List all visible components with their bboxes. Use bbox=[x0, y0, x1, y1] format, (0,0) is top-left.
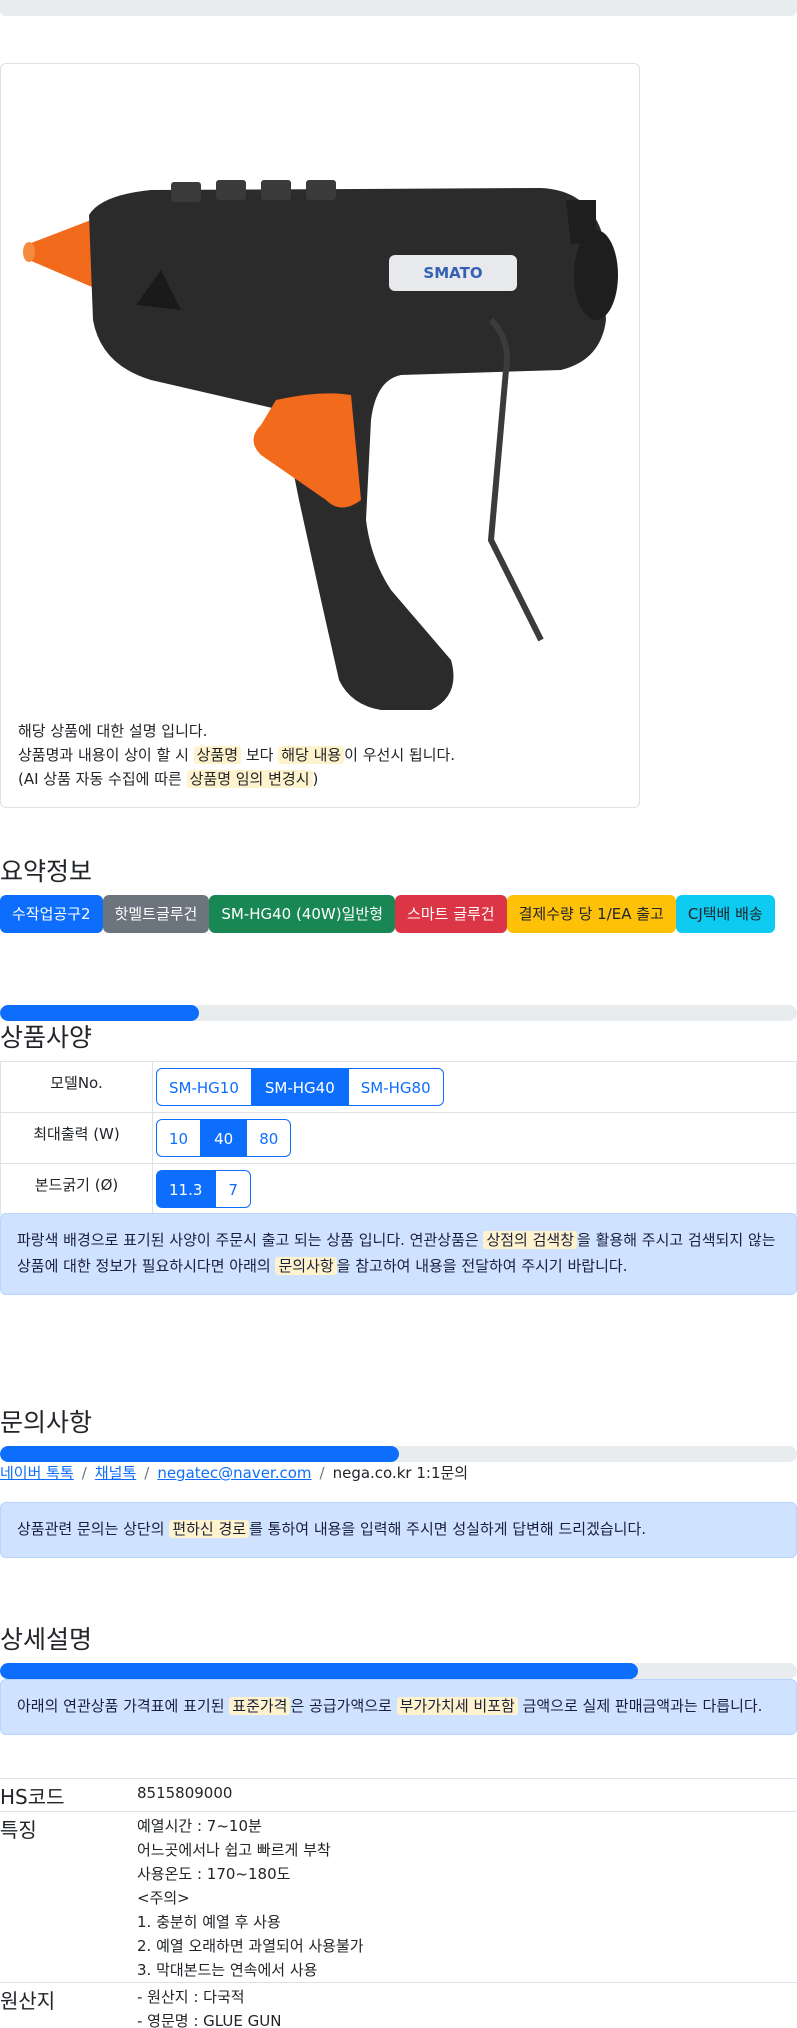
product-description: 해당 상품에 대한 설명 입니다. 상품명과 내용이 상이 할 시 상품명 보다… bbox=[18, 719, 455, 791]
feature-list: 예열시간 : 7~10분 어느곳에서나 쉽고 빠르게 부착 사용온도 : 170… bbox=[137, 1811, 797, 1983]
inquiry-notice: 상품관련 문의는 상단의 편하신 경로 를 통하여 내용을 입력해 주시면 성실하… bbox=[0, 1502, 797, 1558]
link-email[interactable]: negatec@naver.com bbox=[157, 1464, 311, 1482]
spec-table: 모델No. SM-HG10 SM-HG40 SM-HG80 최대출력 (W) 1… bbox=[0, 1061, 797, 1215]
detail-title: 상세설명 bbox=[0, 1625, 93, 1654]
summary-title: 요약정보 bbox=[0, 857, 93, 886]
badge-shipping[interactable]: CJ택배 배송 bbox=[675, 895, 775, 933]
spec-row-model: 모델No. SM-HG10 SM-HG40 SM-HG80 bbox=[0, 1061, 797, 1113]
desc-line-1: 해당 상품에 대한 설명 입니다. bbox=[18, 722, 208, 740]
inquiry-links: 네이버 톡톡 / 채널톡 / negatec@naver.com / nega.co.kr … bbox=[0, 1464, 469, 1482]
detail-progress bbox=[0, 1663, 797, 1679]
badge-model[interactable]: SM-HG40 (40W)일반형 bbox=[209, 895, 396, 933]
origin-label: 원산지 bbox=[0, 1982, 137, 2028]
option-sm-hg10[interactable]: SM-HG10 bbox=[156, 1068, 252, 1106]
spec-label-bond: 본드굵기 (Ø) bbox=[0, 1163, 153, 1215]
badge-brand[interactable]: 스마트 글루건 bbox=[395, 895, 507, 933]
spec-progress bbox=[0, 1005, 797, 1021]
detail-table: HS코드 8515809000 특징 예열시간 : 7~10분 어느곳에서나 쉽… bbox=[0, 1778, 797, 2028]
spec-title: 상품사양 bbox=[0, 1023, 93, 1052]
summary-badges: 수작업공구2 핫멜트글루건 SM-HG40 (40W)일반형 스마트 글루건 결… bbox=[0, 895, 775, 933]
link-channel-talk[interactable]: 채널톡 bbox=[95, 1464, 136, 1482]
option-80w[interactable]: 80 bbox=[246, 1119, 292, 1157]
badge-quantity[interactable]: 결제수량 당 1/EA 출고 bbox=[506, 895, 676, 933]
option-10w[interactable]: 10 bbox=[156, 1119, 202, 1157]
spec-notice: 파랑색 배경으로 표기된 사양이 주문시 출고 되는 상품 입니다. 연관상품은… bbox=[0, 1213, 797, 1295]
desc-line-2: 상품명과 내용이 상이 할 시 상품명 보다 해당 내용 이 우선시 됩니다. bbox=[18, 746, 456, 764]
detail-notice: 아래의 연관상품 가격표에 표기된 표준가격 은 공급가액으로 부가가치세 비포함… bbox=[0, 1679, 797, 1735]
feature-label: 특징 bbox=[0, 1811, 137, 1983]
brand-label: SMATO bbox=[423, 264, 482, 282]
spec-row-bond: 본드굵기 (Ø) 11.3 7 bbox=[0, 1163, 797, 1215]
hs-code-value: 8515809000 bbox=[137, 1778, 797, 1812]
top-progress-bar bbox=[0, 0, 797, 16]
option-11-3[interactable]: 11.3 bbox=[156, 1170, 216, 1208]
spec-label-model: 모델No. bbox=[0, 1061, 153, 1113]
detail-row-feature: 특징 예열시간 : 7~10분 어느곳에서나 쉽고 빠르게 부착 사용온도 : … bbox=[0, 1811, 797, 1983]
product-image: SMATO bbox=[23, 180, 618, 710]
spec-label-power: 최대출력 (W) bbox=[0, 1112, 153, 1164]
option-sm-hg80[interactable]: SM-HG80 bbox=[347, 1068, 444, 1106]
product-card: SMATO 해당 상품에 대한 설명 입니다. 상품명과 내용이 상이 할 시 … bbox=[0, 63, 640, 808]
inquiry-title: 문의사항 bbox=[0, 1408, 93, 1437]
badge-type[interactable]: 핫멜트글루건 bbox=[102, 895, 210, 933]
inquiry-site: nega.co.kr 1:1문의 bbox=[332, 1464, 469, 1482]
option-7[interactable]: 7 bbox=[215, 1170, 251, 1208]
inquiry-progress bbox=[0, 1446, 797, 1462]
hs-code-label: HS코드 bbox=[0, 1778, 137, 1812]
badge-category[interactable]: 수작업공구2 bbox=[0, 895, 103, 933]
desc-line-3: (AI 상품 자동 수집에 따른 상품명 임의 변경시) bbox=[18, 770, 319, 788]
inquiry-progress-fill bbox=[0, 1446, 399, 1462]
detail-row-hs: HS코드 8515809000 bbox=[0, 1778, 797, 1812]
link-naver-talk[interactable]: 네이버 톡톡 bbox=[0, 1464, 74, 1482]
origin-list: - 원산지 : 다국적 - 영문명 : GLUE GUN bbox=[137, 1982, 797, 2028]
detail-progress-fill bbox=[0, 1663, 638, 1679]
option-40w[interactable]: 40 bbox=[201, 1119, 247, 1157]
detail-row-origin: 원산지 - 원산지 : 다국적 - 영문명 : GLUE GUN bbox=[0, 1982, 797, 2028]
option-sm-hg40[interactable]: SM-HG40 bbox=[251, 1068, 348, 1106]
spec-row-power: 최대출력 (W) 10 40 80 bbox=[0, 1112, 797, 1164]
